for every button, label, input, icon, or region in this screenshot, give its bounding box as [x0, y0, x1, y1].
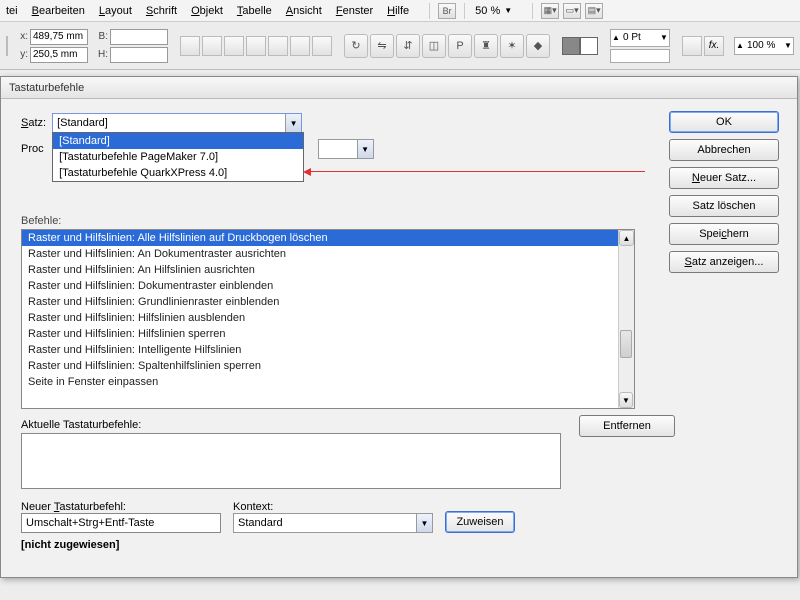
new-shortcut-input[interactable]	[21, 513, 221, 533]
fill-stroke-swatches[interactable]	[562, 37, 598, 55]
new-shortcut-label: Neuer Tastaturbefehl:	[21, 501, 221, 513]
toolbar-icon[interactable]	[268, 36, 288, 56]
remove-button[interactable]: Entfernen	[579, 415, 675, 437]
align-icon[interactable]: ♜	[474, 34, 498, 58]
menu-hilfe[interactable]: Hilfe	[387, 5, 409, 17]
scroll-thumb[interactable]	[620, 330, 632, 358]
stroke-weight[interactable]: ▲▼	[610, 29, 670, 47]
reference-point-icon[interactable]	[6, 36, 8, 56]
list-item[interactable]: Raster und Hilfslinien: Hilfslinien sper…	[22, 326, 618, 342]
context-value: Standard	[234, 517, 416, 529]
show-set-button[interactable]: Satz anzeigen...	[669, 251, 779, 273]
current-shortcuts-box[interactable]	[21, 433, 561, 489]
menu-ansicht[interactable]: Ansicht	[286, 5, 322, 17]
list-item[interactable]: Raster und Hilfslinien: Alle Hilfslinien…	[22, 230, 618, 246]
scrollbar[interactable]: ▲ ▼	[618, 230, 634, 408]
flip-v-icon[interactable]: ⇵	[396, 34, 420, 58]
fill-swatch[interactable]	[562, 37, 580, 55]
fx-icon[interactable]: fx.	[704, 36, 724, 56]
product-area-combo[interactable]: ▼	[318, 139, 374, 159]
satz-option[interactable]: [Tastaturbefehle QuarkXPress 4.0]	[53, 165, 303, 181]
list-item[interactable]: Raster und Hilfslinien: Grundlinienraste…	[22, 294, 618, 310]
screen-mode-icon[interactable]: ▭▾	[563, 3, 581, 19]
y-label: y:	[14, 49, 28, 60]
arrange-icon[interactable]: ▤▾	[585, 3, 603, 19]
opacity[interactable]: ▲▼	[734, 37, 794, 55]
p-icon[interactable]: P	[448, 34, 472, 58]
toolbar-icon[interactable]	[180, 36, 200, 56]
chevron-down-icon[interactable]: ▼	[285, 114, 301, 132]
ok-button[interactable]: OK	[669, 111, 779, 133]
scroll-up-icon[interactable]: ▲	[619, 230, 634, 246]
flip-h-icon[interactable]: ⇋	[370, 34, 394, 58]
list-item[interactable]: Seite in Fenster einpassen	[22, 374, 618, 390]
list-item[interactable]: Raster und Hilfslinien: Hilfslinien ausb…	[22, 310, 618, 326]
x-field[interactable]	[30, 29, 88, 45]
select-container-icon[interactable]: ◫	[422, 34, 446, 58]
scroll-down-icon[interactable]: ▼	[619, 392, 633, 408]
save-button[interactable]: Speichern	[669, 223, 779, 245]
product-area-label: Proc	[21, 143, 44, 155]
satz-option[interactable]: [Tastaturbefehle PageMaker 7.0]	[53, 149, 303, 165]
view-options-icon[interactable]: ▦▾	[541, 3, 559, 19]
unassigned-label: [nicht zugewiesen]	[21, 539, 783, 551]
satz-label: Satz:	[21, 117, 46, 129]
list-item[interactable]: Raster und Hilfslinien: Dokumentraster e…	[22, 278, 618, 294]
control-panel: x: y: B: H: ↻ ⇋ ⇵ ◫ P ♜ ✶ ◆	[0, 22, 800, 70]
commands-list[interactable]: Raster und Hilfslinien: Alle Hilfslinien…	[21, 229, 635, 409]
b-label: B:	[94, 31, 108, 42]
stroke-weight-input[interactable]	[621, 31, 659, 45]
dialog-title: Tastaturbefehle	[1, 77, 797, 99]
satz-combo[interactable]: [Standard] ▼ [Standard] [Tastaturbefehle…	[52, 113, 302, 133]
keyboard-shortcuts-dialog: Tastaturbefehle OK Abbrechen Neuer Satz.…	[0, 76, 798, 578]
drop-shadow-icon[interactable]	[682, 36, 702, 56]
cancel-button[interactable]: Abbrechen	[669, 139, 779, 161]
effects-icon[interactable]: ✶	[500, 34, 524, 58]
toolbar-icon[interactable]	[224, 36, 244, 56]
menu-bearbeiten[interactable]: Bearbeiten	[32, 5, 85, 17]
menu-objekt[interactable]: Objekt	[191, 5, 223, 17]
stroke-style[interactable]	[610, 49, 670, 63]
list-item[interactable]: Raster und Hilfslinien: An Dokumentraste…	[22, 246, 618, 262]
satz-dropdown: [Standard] [Tastaturbefehle PageMaker 7.…	[52, 132, 304, 182]
bridge-icon[interactable]: Br	[438, 3, 456, 19]
zoom-level[interactable]: 50 %	[475, 5, 500, 17]
toolbar-icon[interactable]	[312, 36, 332, 56]
satz-option[interactable]: [Standard]	[53, 133, 303, 149]
list-item[interactable]: Raster und Hilfslinien: Spaltenhilfslini…	[22, 358, 618, 374]
y-field[interactable]	[30, 47, 88, 63]
menu-layout[interactable]: Layout	[99, 5, 132, 17]
annotation-arrow	[305, 171, 645, 172]
toolbar-icon[interactable]	[246, 36, 266, 56]
rotate-icon[interactable]: ↻	[344, 34, 368, 58]
new-set-button[interactable]: Neuer Satz...	[669, 167, 779, 189]
chevron-down-icon[interactable]: ▼	[416, 514, 432, 532]
h-label: H:	[94, 49, 108, 60]
pathfinder-icon[interactable]: ◆	[526, 34, 550, 58]
menu-tabelle[interactable]: Tabelle	[237, 5, 272, 17]
list-item[interactable]: Raster und Hilfslinien: An Hilfslinien a…	[22, 262, 618, 278]
toolbar-icon[interactable]	[202, 36, 222, 56]
toolbar-icon[interactable]	[290, 36, 310, 56]
menu-schrift[interactable]: Schrift	[146, 5, 177, 17]
x-label: x:	[14, 31, 28, 42]
menubar: tei Bearbeiten Layout Schrift Objekt Tab…	[0, 0, 800, 22]
menu-fenster[interactable]: Fenster	[336, 5, 373, 17]
delete-set-button[interactable]: Satz löschen	[669, 195, 779, 217]
chevron-down-icon[interactable]: ▼	[357, 140, 373, 158]
list-item[interactable]: Raster und Hilfslinien: Intelligente Hil…	[22, 342, 618, 358]
satz-combo-value: [Standard]	[53, 117, 285, 129]
context-combo[interactable]: Standard ▼	[233, 513, 433, 533]
height-field[interactable]	[110, 47, 168, 63]
opacity-input[interactable]	[745, 39, 783, 53]
context-label: Kontext:	[233, 501, 433, 513]
menu-datei[interactable]: tei	[6, 5, 18, 17]
stroke-swatch[interactable]	[580, 37, 598, 55]
width-field[interactable]	[110, 29, 168, 45]
assign-button[interactable]: Zuweisen	[445, 511, 515, 533]
